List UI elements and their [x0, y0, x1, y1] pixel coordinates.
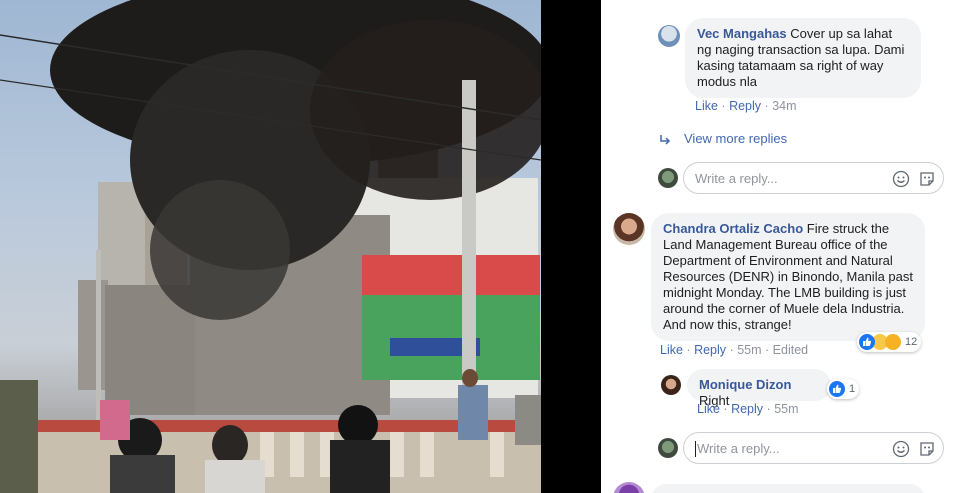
reply-placeholder: Write a reply...: [695, 171, 778, 186]
comment-actions: Like · Reply · 34m: [695, 99, 797, 113]
comment-text: Fire struck the Land Management Bureau o…: [663, 221, 913, 332]
reply-input[interactable]: Write a reply...: [683, 162, 944, 194]
reaction-count: 1: [849, 383, 856, 395]
comment-bubble: Monique Dizon Right: [687, 369, 831, 408]
like-reaction-icon: [859, 334, 875, 350]
text-caret: [695, 441, 696, 457]
commenter-name[interactable]: Vec Mangahas: [697, 26, 787, 41]
reply-link[interactable]: Reply: [694, 343, 726, 357]
comment-bubble: Vec Mangahas Cover up sa lahat ng naging…: [685, 18, 921, 98]
reply-placeholder: Write a reply...: [697, 441, 780, 456]
reply-input[interactable]: Write a reply...: [683, 432, 944, 464]
reactions-summary[interactable]: 1: [827, 379, 860, 399]
comment-bubble: Chandra Ortaliz Cacho Fire struck the La…: [651, 213, 925, 341]
edited-label[interactable]: Edited: [773, 343, 808, 357]
comment-actions: Like · Reply · 55m: [697, 402, 799, 416]
avatar[interactable]: [658, 25, 680, 47]
reactions-summary[interactable]: 12: [857, 332, 922, 352]
photo-letterbox: [541, 0, 601, 493]
commenter-name[interactable]: Monique Dizon: [699, 377, 791, 392]
avatar[interactable]: [661, 375, 681, 395]
sticker-icon[interactable]: [918, 440, 936, 458]
timestamp[interactable]: 34m: [772, 99, 796, 113]
timestamp[interactable]: 55m: [737, 343, 761, 357]
reply-arrow-icon: [659, 133, 671, 145]
comment-actions: Like · Reply · 55m · Edited: [660, 343, 809, 357]
like-link[interactable]: Like: [660, 343, 683, 357]
reply-link[interactable]: Reply: [729, 99, 761, 113]
view-more-replies-link[interactable]: View more replies: [684, 131, 787, 146]
timestamp[interactable]: 55m: [774, 402, 798, 416]
avatar[interactable]: [613, 213, 645, 245]
like-reaction-icon: [829, 381, 845, 397]
emoji-icon[interactable]: [892, 440, 910, 458]
haha-reaction-icon: [885, 334, 901, 350]
post-photo[interactable]: [0, 0, 541, 493]
like-link[interactable]: Like: [697, 402, 720, 416]
avatar: [658, 168, 678, 188]
fire-scene-illustration: [0, 0, 541, 493]
comment-bubble: [651, 484, 925, 493]
like-link[interactable]: Like: [695, 99, 718, 113]
avatar: [658, 438, 678, 458]
reaction-count: 12: [905, 336, 918, 348]
sticker-icon[interactable]: [918, 170, 936, 188]
commenter-name[interactable]: Chandra Ortaliz Cacho: [663, 221, 803, 236]
reply-link[interactable]: Reply: [731, 402, 763, 416]
comments-panel: Vec Mangahas Cover up sa lahat ng naging…: [601, 0, 960, 493]
avatar: [613, 482, 645, 493]
emoji-icon[interactable]: [892, 170, 910, 188]
